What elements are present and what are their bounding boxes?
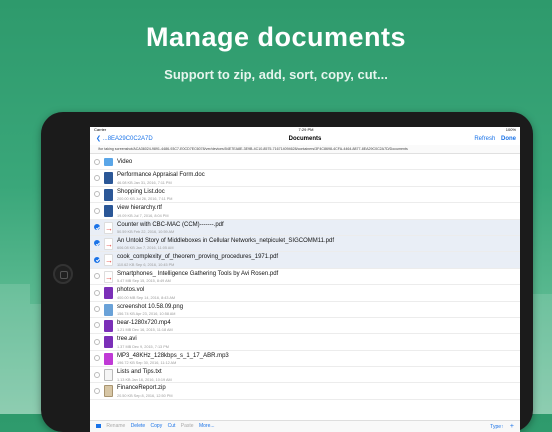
mp3-file-icon xyxy=(104,352,113,365)
file-meta: 156.74 KB Apr 23, 2016, 10:58 AM xyxy=(117,312,176,317)
file-meta: 196.72 KB Sep 30, 2016, 11:12 AM xyxy=(117,361,177,366)
selection-checkbox[interactable] xyxy=(94,355,100,362)
file-row[interactable]: An Untold Story of Middleboxes in Cellul… xyxy=(90,235,520,253)
file-name: An Untold Story of Middleboxes in Cellul… xyxy=(117,237,334,244)
file-meta: 19.09 KB Jul 7, 2016, 8:04 PM xyxy=(117,213,169,218)
nav-title: Documents xyxy=(288,136,322,142)
file-name: Shopping List.doc xyxy=(117,188,165,195)
file-name: MP3_48KHz_128kbps_s_1_17_ABR.mp3 xyxy=(117,352,229,359)
delete-button[interactable]: Delete xyxy=(131,423,145,429)
copy-button[interactable]: Copy xyxy=(151,423,163,429)
pdf-file-icon xyxy=(104,254,113,267)
file-name: tree.avi xyxy=(117,336,137,343)
pdf-file-icon xyxy=(104,237,113,251)
file-list: Video Performance Appraisal Form.doc 46.08… xyxy=(90,154,520,400)
txt-file-icon xyxy=(104,369,113,382)
file-meta: 400.00 MB Sep 14, 2016, 8:43 AM xyxy=(117,295,176,300)
file-meta: 20.50 KB Sep 8, 2016, 12:50 PM xyxy=(117,393,173,398)
file-name: screenshot 10.58.09.png xyxy=(117,303,184,310)
bottom-toolbar: Rename Delete Copy Cut Paste More... Typ… xyxy=(90,420,520,432)
add-button[interactable]: + xyxy=(510,423,514,430)
home-button[interactable] xyxy=(53,264,73,284)
doc-file-icon xyxy=(104,188,113,201)
navigation-bar: ❮ ...8EA29C0C2A7D Documents Refresh Done xyxy=(90,133,520,145)
file-meta: 50.59 KB Feb 22, 2016, 10:59 AM xyxy=(117,230,175,235)
doc-file-icon xyxy=(104,205,113,218)
promo-subline: Support to zip, add, sort, copy, cut... xyxy=(164,67,388,82)
file-row[interactable]: tree.avi 1.37 MB Dec 9, 2015, 7:13 PM xyxy=(90,334,520,351)
pdf-file-icon xyxy=(104,270,113,284)
file-name: FinanceReport.zip xyxy=(117,385,166,392)
file-row[interactable]: Shopping List.doc 200.00 KB Jul 26, 2016,… xyxy=(90,187,520,204)
path-bar: /for taking screenshot/ACA36024-9891-448… xyxy=(90,145,520,154)
file-name: Performance Appraisal Form.doc xyxy=(117,172,205,179)
file-row[interactable]: photos.vol 400.00 MB Sep 14, 2016, 8:43 A… xyxy=(90,285,520,302)
selection-checkbox[interactable] xyxy=(94,207,100,214)
vid-file-icon xyxy=(104,287,113,300)
zip-file-icon xyxy=(104,385,113,398)
selection-checkbox[interactable] xyxy=(94,322,100,329)
file-row[interactable]: Counter with CBC-MAC (CCM)-------.pdf 50.… xyxy=(90,219,520,236)
file-row[interactable]: MP3_48KHz_128kbps_s_1_17_ABR.mp3 196.72 K… xyxy=(90,351,520,368)
file-name: view hierarchy.rtf xyxy=(117,205,162,212)
file-row[interactable]: view hierarchy.rtf 19.09 KB Jul 7, 2016, … xyxy=(90,203,520,220)
selection-checkbox[interactable] xyxy=(94,306,100,313)
selection-checkbox[interactable] xyxy=(94,387,100,394)
file-meta: 1.21 MB Dec 16, 2015, 11:18 AM xyxy=(117,328,173,333)
file-row[interactable]: Smartphones_ Intelligence Gathering Tool… xyxy=(90,269,520,286)
sort-button[interactable]: Type↑ xyxy=(490,424,503,430)
folder-file-icon xyxy=(104,158,113,166)
file-name: Counter with CBC-MAC (CCM)-------.pdf xyxy=(117,221,224,228)
more-button[interactable]: More... xyxy=(199,423,215,429)
selection-checkbox[interactable] xyxy=(94,191,100,198)
file-meta: 5.47 MB Sep 15, 2015, 8:49 AM xyxy=(117,279,171,284)
file-meta: 110.62 KB Sep 6, 2016, 10:45 PM xyxy=(117,262,175,267)
file-meta: 606.08 KB Jan 7, 2016, 11:05 AM xyxy=(117,246,174,251)
promo-headline: Manage documents xyxy=(145,22,407,52)
select-all-icon[interactable] xyxy=(96,423,101,428)
file-name: bear-1280x720.mp4 xyxy=(117,319,171,326)
checked-checkbox[interactable] xyxy=(94,224,100,231)
file-meta: 46.08 KB Jan 31, 2016, 7:11 PM xyxy=(117,180,172,185)
selection-checkbox[interactable] xyxy=(94,289,100,296)
file-meta: 1.13 KB Jan 16, 2016, 10:19 AM xyxy=(117,377,172,382)
file-name: photos.vol xyxy=(117,287,145,294)
vid-file-icon xyxy=(104,319,113,332)
selection-checkbox[interactable] xyxy=(94,338,100,345)
file-row[interactable]: Performance Appraisal Form.doc 46.08 KB J… xyxy=(90,170,520,187)
selection-checkbox[interactable] xyxy=(94,158,100,165)
file-row[interactable]: Video xyxy=(90,154,520,171)
checked-checkbox[interactable] xyxy=(94,240,100,247)
file-row[interactable]: FinanceReport.zip 20.50 KB Sep 8, 2016, 1… xyxy=(90,383,520,400)
cut-button[interactable]: Cut xyxy=(168,423,176,429)
file-row[interactable]: screenshot 10.58.09.png 156.74 KB Apr 23,… xyxy=(90,302,520,318)
file-meta: 1.37 MB Dec 9, 2015, 7:13 PM xyxy=(117,344,169,349)
file-name: cook_complexity_of_theorem_proving_proce… xyxy=(117,254,279,261)
vid-file-icon xyxy=(104,336,113,349)
file-row[interactable]: cook_complexity_of_theorem_proving_proce… xyxy=(90,252,520,269)
done-button[interactable]: Done xyxy=(501,136,516,142)
selection-checkbox[interactable] xyxy=(94,371,100,378)
doc-file-icon xyxy=(104,172,113,185)
selection-checkbox[interactable] xyxy=(94,273,100,280)
file-name: Smartphones_ Intelligence Gathering Tool… xyxy=(117,270,279,277)
checked-checkbox[interactable] xyxy=(94,256,100,263)
paste-button[interactable]: Paste xyxy=(181,423,194,429)
app-screen: Carrier 7:29 PM 100% ❮ ...8EA29C0C2A7D D… xyxy=(90,127,520,432)
file-name: Video xyxy=(117,158,133,165)
file-meta: 200.00 KB Jul 26, 2016, 7:11 PM xyxy=(117,197,173,202)
file-name: Lists and Tips.txt xyxy=(117,369,162,376)
pdf-file-icon xyxy=(104,221,113,235)
rename-button[interactable]: Rename xyxy=(106,423,125,429)
file-row[interactable]: Lists and Tips.txt 1.13 KB Jan 16, 2016, … xyxy=(90,367,520,384)
refresh-button[interactable]: Refresh xyxy=(474,136,495,142)
selection-checkbox[interactable] xyxy=(94,174,100,181)
img-file-icon xyxy=(104,303,113,316)
file-row[interactable]: bear-1280x720.mp4 1.21 MB Dec 16, 2015, 1… xyxy=(90,318,520,335)
ipad-frame: Carrier 7:29 PM 100% ❮ ...8EA29C0C2A7D D… xyxy=(41,112,533,432)
